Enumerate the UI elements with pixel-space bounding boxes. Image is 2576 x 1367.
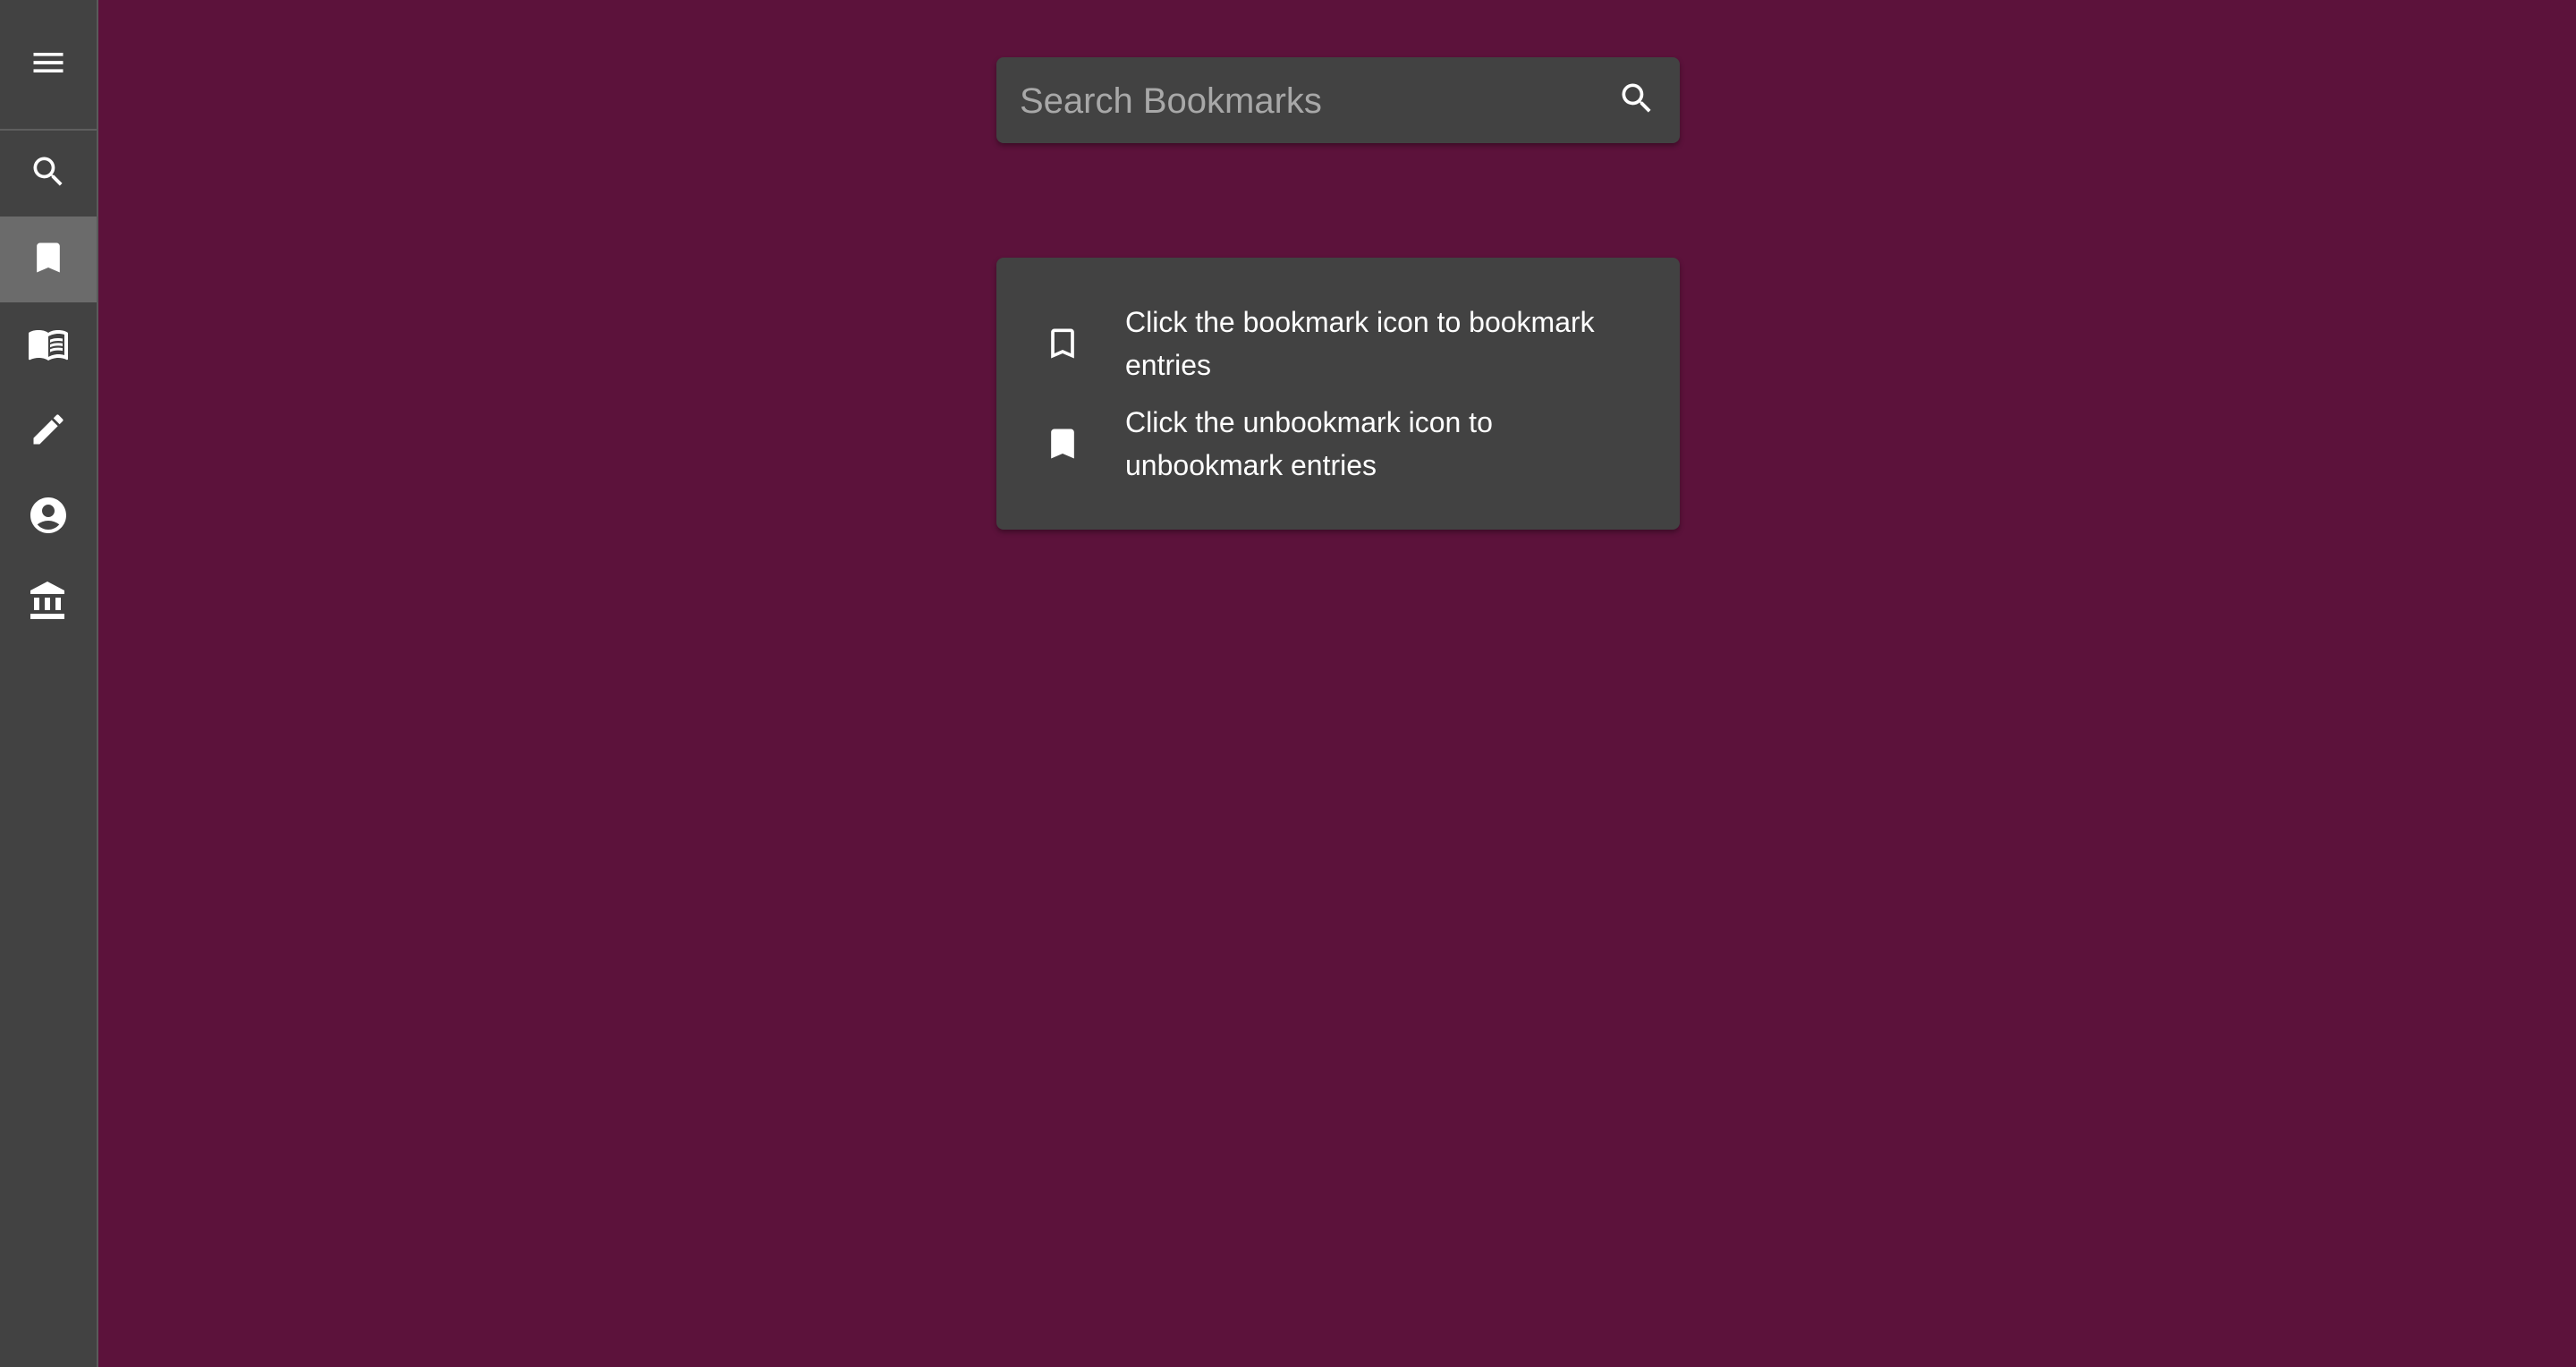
bookmark-outline-icon [1041, 322, 1084, 365]
search-bar [996, 57, 1680, 145]
sidebar [0, 0, 98, 1367]
search-icon [29, 152, 68, 196]
sidebar-item-institution[interactable] [0, 560, 97, 646]
sidebar-item-account[interactable] [0, 474, 97, 560]
sidebar-item-reader[interactable] [0, 302, 97, 388]
institution-icon [27, 580, 70, 627]
sidebar-item-bookmarks[interactable] [0, 217, 97, 302]
menu-icon [29, 43, 68, 87]
pencil-icon [29, 410, 68, 454]
menu-button[interactable] [0, 0, 97, 129]
help-text: Click the bookmark icon to bookmark entr… [1125, 306, 1595, 381]
bookmark-icon [29, 238, 68, 282]
sidebar-item-search[interactable] [0, 131, 97, 217]
help-item-unbookmark: Click the unbookmark icon to unbookmark … [996, 394, 1680, 494]
search-button[interactable] [1612, 75, 1662, 125]
help-text: Click the unbookmark icon to unbookmark … [1125, 406, 1493, 481]
search-input[interactable] [1018, 57, 1594, 145]
account-circle-icon [27, 494, 70, 541]
sidebar-item-edit[interactable] [0, 388, 97, 474]
bookmark-filled-icon [1041, 422, 1084, 465]
menu-book-icon [27, 322, 70, 369]
help-card: Click the bookmark icon to bookmark entr… [996, 258, 1680, 530]
search-icon [1617, 79, 1657, 123]
help-item-bookmark: Click the bookmark icon to bookmark entr… [996, 293, 1680, 394]
